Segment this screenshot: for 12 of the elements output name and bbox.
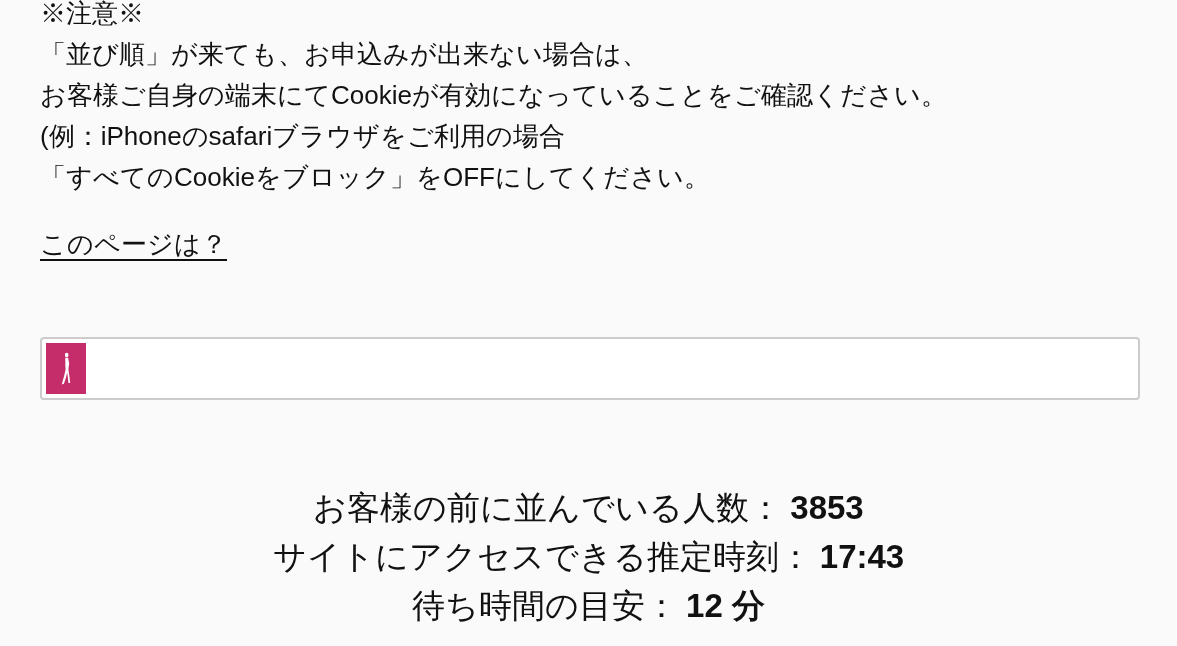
queue-value: 12 分 (686, 586, 765, 626)
queue-value: 17:43 (819, 537, 905, 577)
notice-text: 「並び順」が来ても、お申込みが出来ない場合は、 (40, 38, 648, 71)
notice-text: 「すべてのCookieをブロック」をOFFにしてください。 (40, 161, 710, 194)
queue-label: サイトにアクセスできる推定時刻： (272, 537, 812, 577)
queue-label: 待ち時間の目安： (412, 586, 679, 626)
queue-value: 3853 (790, 488, 864, 528)
about-page-link[interactable]: このページは？ (40, 224, 227, 265)
queue-label: お客様の前に並んでいる人数： (313, 488, 783, 528)
notice-text: (例：iPhoneのsafariブラウザをご利用の場合 (40, 120, 566, 153)
notice-text: お客様ご自身の端末にてCookieが有効になっていることをご確認ください。 (40, 79, 947, 112)
notice-title: ※注意※ (40, 0, 144, 30)
